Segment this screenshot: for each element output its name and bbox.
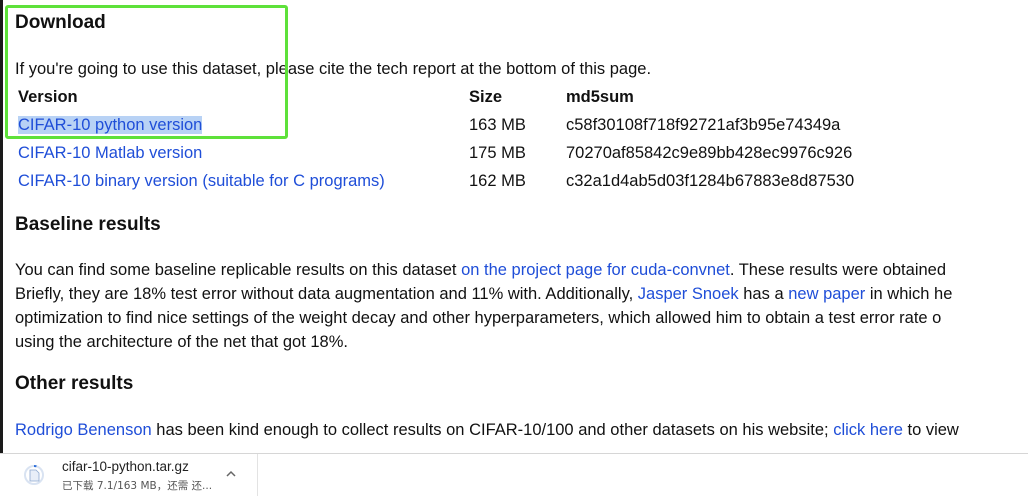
column-header-size: Size xyxy=(469,87,503,106)
table-row: CIFAR-10 binary version (suitable for C … xyxy=(15,167,966,195)
rodrigo-benenson-link[interactable]: Rodrigo Benenson xyxy=(15,421,152,439)
text-span: to view xyxy=(902,421,959,439)
version-cell: CIFAR-10 python version xyxy=(15,111,469,139)
baseline-heading: Baseline results xyxy=(15,214,161,235)
download-shelf: cifar-10-python.tar.gz 已下载 7.1/163 MB，还需… xyxy=(0,453,1028,496)
text-span: You can find some baseline replicable re… xyxy=(15,261,462,279)
text-span: has been kind enough to collect results … xyxy=(151,421,834,439)
download-item[interactable]: cifar-10-python.tar.gz 已下载 7.1/163 MB，还需… xyxy=(0,454,258,496)
left-edge-bar xyxy=(0,0,3,453)
baseline-line-4: using the architecture of the net that g… xyxy=(15,333,348,351)
md5-cell: c32a1d4ab5d03f1284b67883e8d87530 xyxy=(566,171,855,190)
binary-version-link[interactable]: CIFAR-10 binary version (suitable for C … xyxy=(18,172,385,190)
download-heading: Download xyxy=(15,12,106,33)
md5-cell: c58f30108f718f92721af3b95e74349a xyxy=(566,115,841,134)
md5-cell: 70270af85842c9e89bb428ec9976c926 xyxy=(566,143,853,162)
other-results-heading: Other results xyxy=(15,373,134,394)
version-cell: CIFAR-10 Matlab version xyxy=(15,139,469,167)
text-span: Briefly, they are 18% test error without… xyxy=(15,285,638,303)
other-results-text: Rodrigo Benenson has been kind enough to… xyxy=(15,418,959,442)
click-here-link[interactable]: click here xyxy=(833,421,903,439)
jasper-snoek-link[interactable]: Jasper Snoek xyxy=(638,285,739,303)
table-row: CIFAR-10 Matlab version 175 MB 70270af85… xyxy=(15,139,966,167)
column-header-version: Version xyxy=(18,87,78,106)
version-cell: CIFAR-10 binary version (suitable for C … xyxy=(15,167,469,195)
page: Download If you're going to use this dat… xyxy=(0,0,1028,496)
text-span: has a xyxy=(738,285,789,303)
baseline-line-3: optimization to find nice settings of th… xyxy=(15,309,942,327)
chevron-up-icon[interactable] xyxy=(224,467,238,481)
size-cell: 175 MB xyxy=(469,143,526,162)
text-span: in which he xyxy=(865,285,953,303)
baseline-line-2: Briefly, they are 18% test error without… xyxy=(15,282,952,306)
table-header-row: Version Size md5sum xyxy=(15,83,966,111)
download-filename: cifar-10-python.tar.gz xyxy=(62,459,189,474)
download-table: Version Size md5sum CIFAR-10 python vers… xyxy=(15,83,966,195)
python-version-link[interactable]: CIFAR-10 python version xyxy=(18,115,203,134)
baseline-line-1: You can find some baseline replicable re… xyxy=(15,258,946,282)
download-status: 已下载 7.1/163 MB，还需 还... xyxy=(62,480,213,492)
download-progress-icon xyxy=(24,465,44,485)
table-row: CIFAR-10 python version 163 MB c58f30108… xyxy=(15,111,966,139)
text-span: . These results were obtained xyxy=(729,261,947,279)
size-cell: 162 MB xyxy=(469,171,526,190)
new-paper-link[interactable]: new paper xyxy=(788,285,865,303)
matlab-version-link[interactable]: CIFAR-10 Matlab version xyxy=(18,144,202,162)
download-intro: If you're going to use this dataset, ple… xyxy=(15,60,652,78)
size-cell: 163 MB xyxy=(469,115,526,134)
column-header-md5sum: md5sum xyxy=(566,87,634,106)
cuda-convnet-link[interactable]: on the project page for cuda-convnet xyxy=(461,261,730,279)
